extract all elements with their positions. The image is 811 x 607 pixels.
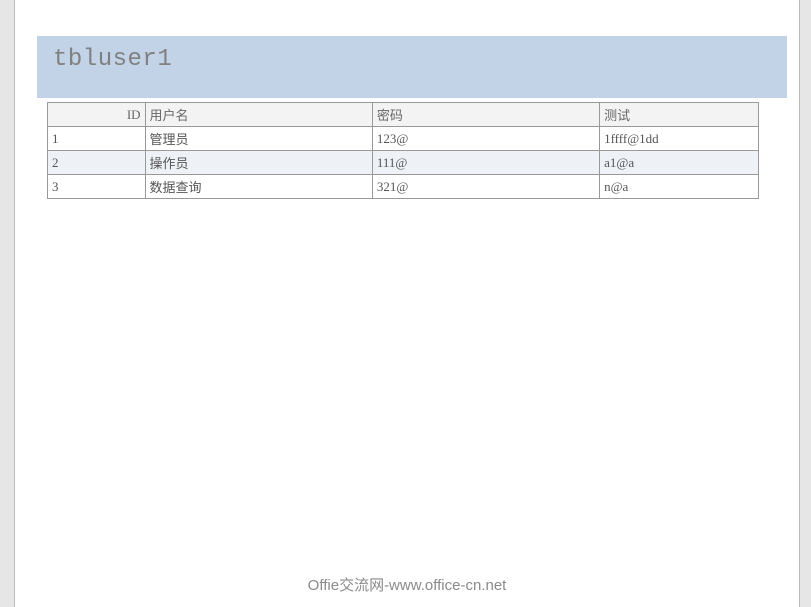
- report-body: ID 用户名 密码 测试 1 管理员 123@ 1ffff@1dd 2 操作员 …: [15, 102, 799, 199]
- cell-username: 操作员: [145, 151, 372, 175]
- data-table: ID 用户名 密码 测试 1 管理员 123@ 1ffff@1dd 2 操作员 …: [47, 102, 759, 199]
- cell-id: 3: [48, 175, 146, 199]
- table-row: 2 操作员 111@ a1@a: [48, 151, 759, 175]
- col-header-test: 测试: [600, 103, 759, 127]
- col-header-id: ID: [48, 103, 146, 127]
- report-title-bar: tbluser1: [37, 36, 787, 98]
- table-header-row: ID 用户名 密码 测试: [48, 103, 759, 127]
- watermark-text: Offie交流网-www.office-cn.net: [15, 574, 799, 595]
- cell-id: 2: [48, 151, 146, 175]
- cell-test: 1ffff@1dd: [600, 127, 759, 151]
- table-row: 3 数据查询 321@ n@a: [48, 175, 759, 199]
- cell-username: 管理员: [145, 127, 372, 151]
- col-header-password: 密码: [372, 103, 599, 127]
- cell-test: a1@a: [600, 151, 759, 175]
- cell-password: 111@: [372, 151, 599, 175]
- report-title: tbluser1: [53, 46, 172, 73]
- cell-id: 1: [48, 127, 146, 151]
- cell-password: 123@: [372, 127, 599, 151]
- cell-username: 数据查询: [145, 175, 372, 199]
- cell-password: 321@: [372, 175, 599, 199]
- table-row: 1 管理员 123@ 1ffff@1dd: [48, 127, 759, 151]
- report-page: tbluser1 ID 用户名 密码 测试 1 管理员 123@ 1ffff@1…: [14, 0, 800, 607]
- col-header-username: 用户名: [145, 103, 372, 127]
- cell-test: n@a: [600, 175, 759, 199]
